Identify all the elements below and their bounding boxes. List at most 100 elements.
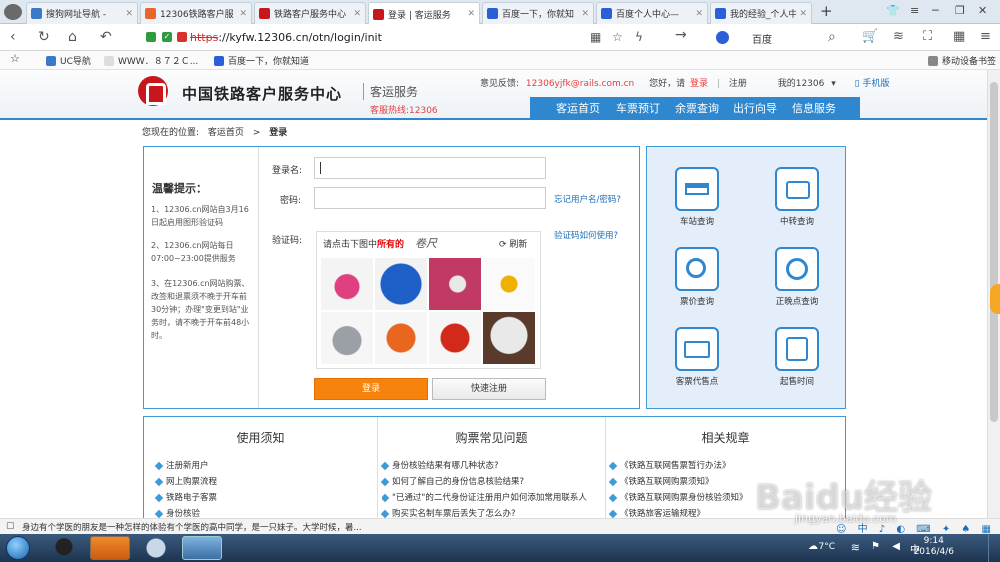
reload-icon[interactable]: ↻ — [38, 29, 50, 45]
address-bar[interactable]: ✓ https://kyfw.12306.cn/otn/login/init ▦… — [140, 27, 700, 48]
railway-logo-icon[interactable] — [138, 76, 168, 106]
volume-icon[interactable]: ◀ — [892, 541, 900, 552]
captcha-image-7[interactable] — [429, 312, 481, 364]
tab-close-icon[interactable]: ✕ — [695, 9, 703, 19]
captcha-image-2[interactable] — [375, 258, 427, 310]
wifi-icon[interactable]: ≋ — [893, 29, 904, 45]
system-clock[interactable]: 9:14 2016/4/6 — [914, 536, 954, 558]
service-ticket-agencies[interactable]: 客票代售点 — [657, 327, 737, 387]
nav-travel-guide[interactable]: 出行向导 — [733, 100, 777, 116]
chevron-down-icon[interactable]: ▾ — [831, 79, 836, 89]
info-link[interactable]: "已通过"的二代身份证注册用户如何添加常用联系人 — [382, 491, 602, 503]
minimize-icon[interactable]: ─ — [932, 4, 939, 17]
info-link[interactable]: 《铁路互联网购票身份核验须知》 — [610, 491, 748, 503]
tab-railway-center[interactable]: 铁路客户服务中心 ✕ — [254, 2, 366, 24]
tab-close-icon[interactable]: ✕ — [353, 9, 361, 19]
tab-baidu[interactable]: 百度一下，你就知 ✕ — [482, 2, 594, 24]
info-link[interactable]: 《铁路互联网购票须知》 — [610, 475, 714, 487]
info-link[interactable]: 身份核验结果有哪几种状态? — [382, 459, 499, 471]
undo-icon[interactable]: ↶ — [100, 29, 112, 45]
news-ticker[interactable]: 身边有个学医的朋友是一种怎样的体验有个学医的高中同学，是一只妹子。大学时候，暑.… — [22, 521, 362, 533]
captcha-image-1[interactable] — [321, 258, 373, 310]
taskbar-uc-browser-icon[interactable] — [90, 536, 130, 560]
more-menu-icon[interactable]: ≡ — [980, 29, 991, 45]
service-station-query[interactable]: 车站查询 — [657, 167, 737, 227]
taskbar-window-icon[interactable] — [182, 536, 222, 560]
qr-code-icon[interactable]: ▦ — [590, 29, 601, 45]
captcha-refresh-button[interactable]: ⟳ 刷新 — [499, 237, 527, 250]
service-delay-query[interactable]: 正晚点查询 — [757, 247, 837, 307]
new-tab-button[interactable]: + — [820, 2, 833, 20]
tab-12306-service[interactable]: 12306铁路客户服 ✕ — [140, 2, 252, 24]
url-text[interactable]: https://kyfw.12306.cn/otn/login/init — [190, 31, 382, 44]
bookmark-baidu[interactable]: 百度一下，你就知道 — [214, 54, 309, 67]
scrollbar-thumb[interactable] — [990, 82, 998, 422]
taskbar-qq-icon[interactable] — [44, 536, 84, 560]
tab-close-icon[interactable]: ✕ — [467, 9, 475, 19]
flag-icon[interactable]: ⚑ — [871, 541, 880, 552]
info-link[interactable]: 网上购票流程 — [156, 475, 217, 487]
back-icon[interactable]: ‹ — [10, 29, 16, 45]
taskbar-paint-icon[interactable] — [136, 536, 176, 560]
apps-grid-icon[interactable]: ▦ — [953, 29, 965, 45]
breadcrumb-home-link[interactable]: 客运首页 — [208, 128, 244, 138]
browser-logo-icon[interactable] — [4, 4, 22, 20]
close-window-icon[interactable]: ✕ — [978, 4, 987, 17]
speed-icon[interactable]: ϟ — [635, 29, 643, 45]
forward-icon[interactable]: → — [675, 27, 687, 43]
info-link[interactable]: 如何了解自己的身份信息核验结果? — [382, 475, 524, 487]
forgot-password-link[interactable]: 忘记用户名/密码? — [554, 193, 621, 205]
captcha-image-5[interactable] — [321, 312, 373, 364]
info-link[interactable]: 购买实名制车票后丢失了怎么办? — [382, 507, 516, 518]
tab-login-active[interactable]: 登录 | 客运服务 ✕ — [368, 2, 480, 25]
captcha-help-link[interactable]: 验证码如何使用? — [554, 229, 618, 241]
nav-home[interactable]: 客运首页 — [556, 100, 600, 116]
header-login-link[interactable]: 登录 — [690, 79, 708, 89]
nav-remaining-tickets[interactable]: 余票查询 — [675, 100, 719, 116]
home-icon[interactable]: ⌂ — [68, 29, 77, 45]
bookmark-872c[interactable]: WWW．８７２Ｃ... — [104, 54, 198, 67]
network-icon[interactable]: ≋ — [851, 541, 860, 554]
screenshot-icon[interactable]: ⛶ — [923, 29, 932, 45]
info-link[interactable]: 《铁路旅客运输规程》 — [610, 507, 705, 518]
service-sale-time[interactable]: 起售时间 — [757, 327, 837, 387]
service-fare-query[interactable]: 票价查询 — [657, 247, 737, 307]
header-register-link[interactable]: 注册 — [729, 79, 747, 89]
cart-icon[interactable]: 🛒 — [862, 29, 878, 45]
service-transfer-query[interactable]: 中转查询 — [757, 167, 837, 227]
tab-baidu-personal[interactable]: 百度个人中心— ✕ — [596, 2, 708, 24]
password-input[interactable] — [314, 187, 546, 209]
captcha-image-6[interactable] — [375, 312, 427, 364]
restore-icon[interactable]: ❐ — [955, 4, 965, 17]
search-icon[interactable]: ⌕ — [828, 29, 836, 45]
bookmark-uc-nav[interactable]: UC导航 — [46, 54, 91, 67]
nav-ticket-booking[interactable]: 车票预订 — [616, 100, 660, 116]
tab-sogou-nav[interactable]: 搜狗网址导航 - ✕ — [26, 2, 138, 24]
captcha-image-3[interactable] — [429, 258, 481, 310]
quick-register-button[interactable]: 快速注册 — [432, 378, 546, 400]
info-link[interactable]: 身份核验 — [156, 507, 200, 518]
show-desktop-button[interactable] — [988, 534, 1000, 562]
tab-close-icon[interactable]: ✕ — [125, 9, 133, 19]
login-button[interactable]: 登录 — [314, 378, 428, 400]
my12306-menu[interactable]: 我的12306 — [778, 79, 825, 89]
username-input[interactable] — [314, 157, 546, 179]
info-link[interactable]: 注册新用户 — [156, 459, 209, 471]
tab-close-icon[interactable]: ✕ — [581, 9, 589, 19]
feedback-email-link[interactable]: 12306yjfk@rails.com.cn — [526, 79, 634, 89]
tab-close-icon[interactable]: ✕ — [239, 9, 247, 19]
side-float-button[interactable] — [990, 284, 1000, 314]
start-button[interactable] — [6, 536, 30, 560]
menu-icon[interactable]: ≡ — [910, 4, 919, 17]
mobile-version-link[interactable]: 手机版 — [862, 79, 889, 89]
mobile-bookmarks[interactable]: 移动设备书签 — [928, 54, 996, 67]
tab-close-icon[interactable]: ✕ — [799, 9, 807, 19]
favorite-star-icon[interactable]: ☆ — [612, 29, 623, 45]
skin-icon[interactable]: 👕 — [886, 4, 900, 17]
tab-my-jingyan[interactable]: 我的经验_个人中 ✕ — [710, 2, 812, 24]
captcha-image-4[interactable] — [483, 258, 535, 310]
info-link[interactable]: 《铁路互联网售票暂行办法》 — [610, 459, 731, 471]
captcha-image-8[interactable] — [483, 312, 535, 364]
nav-info-service[interactable]: 信息服务 — [792, 100, 836, 116]
bookmark-star-icon[interactable]: ☆ — [10, 52, 20, 65]
